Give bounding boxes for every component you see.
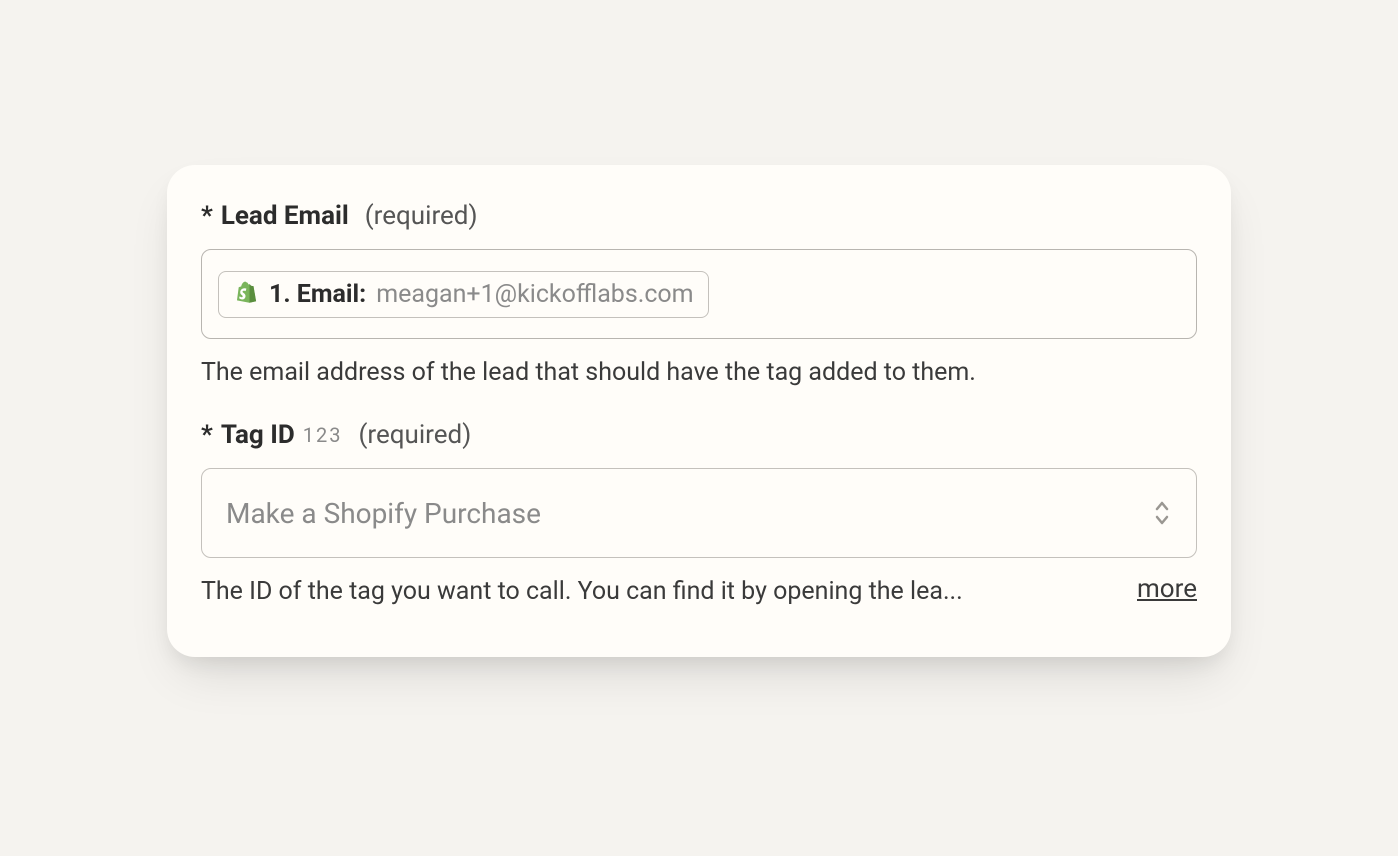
- tag-id-required: (required): [358, 420, 471, 450]
- chevron-up-down-icon: [1152, 499, 1172, 527]
- email-mapping-pill[interactable]: 1. Email: meagan+1@kickofflabs.com: [218, 271, 709, 318]
- lead-email-required: (required): [365, 201, 478, 231]
- field-lead-email: * Lead Email (required) 1. Email: meagan…: [201, 201, 1197, 390]
- lead-email-help: The email address of the lead that shoul…: [201, 355, 1197, 390]
- tag-id-selected-value: Make a Shopify Purchase: [226, 497, 541, 530]
- email-pill-label: 1. Email:: [269, 280, 366, 309]
- tag-id-label: Tag ID: [221, 420, 295, 450]
- lead-email-label: Lead Email: [221, 201, 349, 231]
- required-asterisk: *: [201, 420, 213, 450]
- required-asterisk: *: [201, 201, 213, 231]
- tag-id-label-row: * Tag ID 123 (required): [201, 420, 1197, 450]
- numeric-type-hint: 123: [303, 423, 343, 447]
- tag-id-select[interactable]: Make a Shopify Purchase: [201, 468, 1197, 558]
- tag-id-help: The ID of the tag you want to call. You …: [201, 574, 1113, 609]
- email-pill-value: meagan+1@kickofflabs.com: [376, 280, 693, 309]
- form-card: * Lead Email (required) 1. Email: meagan…: [167, 165, 1231, 657]
- lead-email-input[interactable]: 1. Email: meagan+1@kickofflabs.com: [201, 249, 1197, 339]
- more-link[interactable]: more: [1137, 574, 1197, 604]
- tag-id-help-row: The ID of the tag you want to call. You …: [201, 574, 1197, 609]
- field-tag-id: * Tag ID 123 (required) Make a Shopify P…: [201, 420, 1197, 609]
- shopify-icon: [233, 280, 259, 308]
- lead-email-label-row: * Lead Email (required): [201, 201, 1197, 231]
